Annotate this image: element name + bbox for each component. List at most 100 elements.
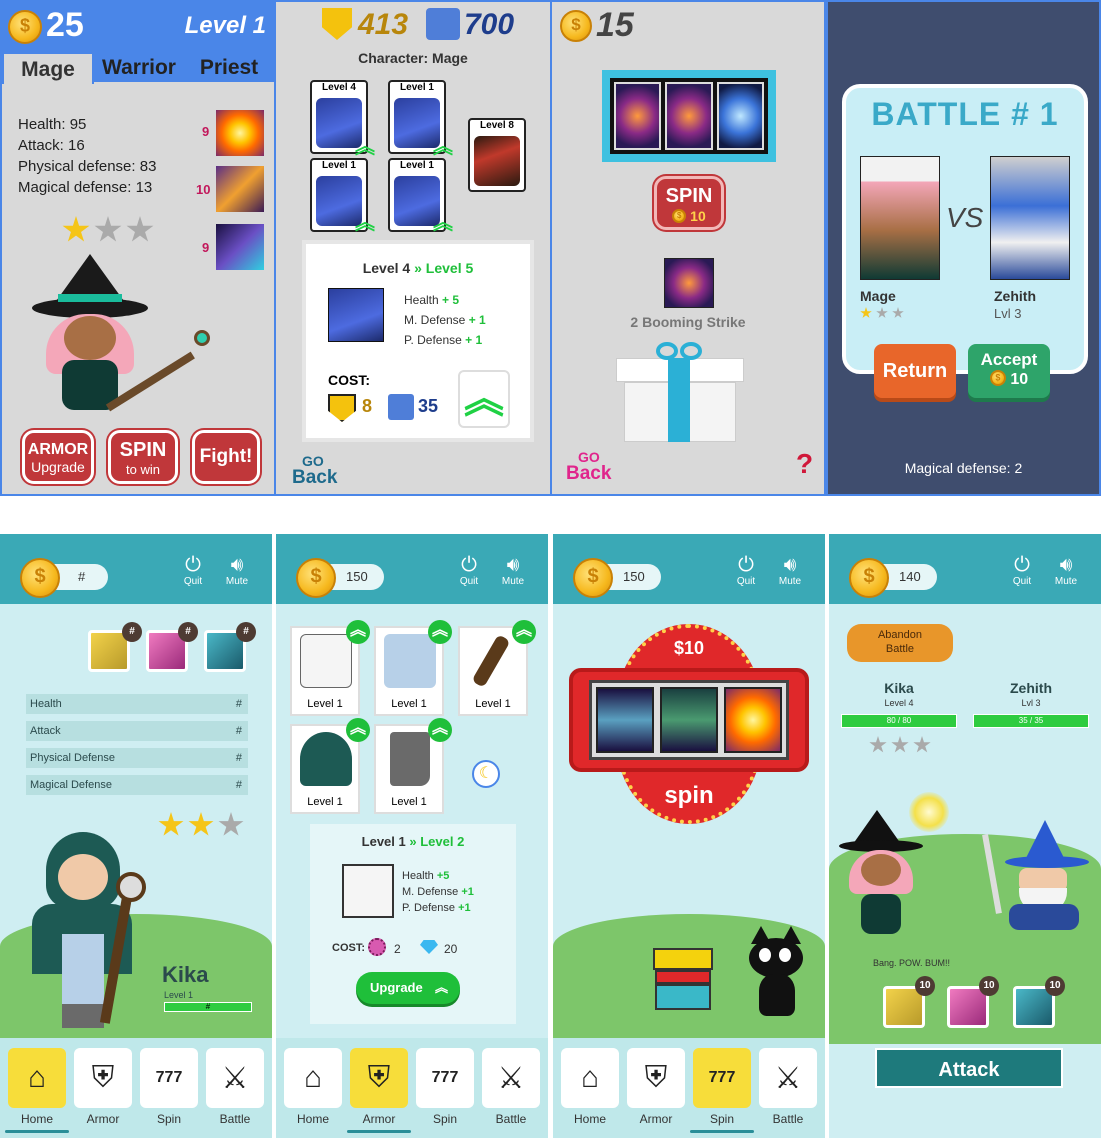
home-icon: ⌂ [27, 1061, 47, 1094]
abandon-battle-button[interactable]: Abandon Battle [847, 624, 953, 662]
stat-health: Health: 95 [18, 116, 87, 133]
star-filled-icon [860, 307, 872, 318]
nav-spin[interactable]: 777 [693, 1048, 751, 1108]
upgrade-confirm-button[interactable]: ︽ [458, 370, 510, 428]
star-rating [62, 216, 158, 249]
spin-cost: 10 [657, 208, 721, 224]
skill-badge: # [122, 622, 142, 642]
cost-gear: 2 [394, 942, 401, 956]
nav-battle[interactable]: ⚔ [482, 1048, 540, 1108]
nav-home[interactable]: ⌂ [561, 1048, 619, 1108]
go-back-button[interactable]: GO Back [292, 454, 337, 487]
quit-label: Quit [459, 576, 479, 587]
speaker-icon: 🔊︎ [1059, 554, 1073, 576]
skill-sun-icon[interactable] [216, 110, 264, 156]
cloak-image [300, 732, 352, 786]
slot-reel-sun-icon [724, 687, 782, 753]
bonus-label: P. Defense [402, 902, 456, 914]
button-label: Upgrade [370, 980, 423, 995]
cost-label: COST: [328, 372, 370, 388]
upgrade-button[interactable]: Upgrade ︽ [356, 972, 460, 1004]
upgrade-panel: Level 4 » Level 5 Health + 5 M. Defense … [302, 240, 534, 442]
active-tab-indicator [5, 1130, 69, 1133]
upgrade-badge-icon: ︽ [512, 620, 536, 644]
mute-button[interactable]: 🔊︎ Mute [496, 554, 530, 587]
go-back-button[interactable]: GO Back [566, 450, 611, 483]
gift-box-image [616, 342, 744, 442]
nav-home[interactable]: ⌂ [284, 1048, 342, 1108]
quit-button[interactable]: ⏻ Quit [452, 554, 486, 587]
upgrade-badge-icon: ︽ [346, 620, 370, 644]
coin-icon [560, 10, 592, 42]
spin-label[interactable]: spin [569, 782, 809, 810]
stat-label: Health [30, 698, 62, 710]
selected-item-image [342, 864, 394, 918]
mute-button[interactable]: 🔊︎ Mute [773, 554, 807, 587]
stat-magical-defense: Magical defense: 13 [18, 179, 153, 196]
button-sublabel: to win [126, 462, 160, 477]
diamond-icon [420, 940, 438, 954]
star-filled-icon [62, 216, 90, 242]
fight-button[interactable]: Fight! [192, 430, 260, 484]
coin-icon [573, 558, 613, 598]
footer-status: Magical defense: 2 [904, 460, 1023, 476]
button-label: Fight! [199, 446, 253, 467]
quit-button[interactable]: ⏻ Quit [1005, 554, 1039, 587]
coin-icon [8, 10, 42, 44]
enemy-hp-text: 35 / 35 [1018, 716, 1044, 725]
nav-battle[interactable]: ⚔ [759, 1048, 817, 1108]
enemy-level: Lvl 3 [994, 306, 1022, 321]
spin-button[interactable]: SPIN 10 [654, 176, 724, 230]
upgrade-panel: Level 1 » Level 2 Health +5 M. Defense +… [310, 824, 516, 1024]
nav-home[interactable]: ⌂ [8, 1048, 66, 1108]
skill-wave-icon[interactable] [216, 224, 264, 270]
button-label: Return [882, 360, 948, 382]
nav-armor[interactable]: ⛨ [350, 1048, 408, 1108]
help-button[interactable]: ? [796, 448, 813, 480]
tab-priest[interactable]: Priest [184, 52, 274, 82]
card-level: Level 1 [322, 160, 356, 171]
coin-count: 150 [346, 569, 368, 584]
quit-button[interactable]: ⏻ Quit [176, 554, 210, 587]
mage-character-image [24, 254, 220, 420]
quit-label: Quit [1012, 576, 1032, 587]
xp-bar: # [164, 1002, 252, 1012]
moon-bubble-icon[interactable]: ☾ [472, 760, 500, 788]
bonus-value: + 5 [442, 293, 460, 307]
nav-spin[interactable]: 777 [416, 1048, 474, 1108]
power-icon: ⏻ [185, 554, 201, 576]
nav-battle[interactable]: ⚔ [206, 1048, 264, 1108]
accept-button[interactable]: Accept 10 [968, 344, 1050, 398]
staff-image [471, 634, 511, 688]
mute-button[interactable]: 🔊︎ Mute [1049, 554, 1083, 587]
spin-to-win-button[interactable]: SPIN to win [108, 430, 178, 484]
skill-lightning-icon[interactable] [216, 166, 264, 212]
attack-button[interactable]: Attack [875, 1048, 1063, 1088]
armor-icon: ⛨ [91, 1061, 115, 1094]
slot-reel-heart-icon [660, 687, 718, 753]
stat-attack: Attack # [26, 721, 248, 741]
armor-upgrade-button[interactable]: ARMOR Upgrade [22, 430, 94, 484]
quit-button[interactable]: ⏻ Quit [729, 554, 763, 587]
return-button[interactable]: Return [874, 344, 956, 398]
tab-label: Warrior [102, 56, 176, 79]
armor-card-staff[interactable]: Level 8 [468, 118, 526, 192]
tab-warrior[interactable]: Warrior [94, 52, 184, 82]
bonus-value: +5 [436, 870, 450, 882]
mute-button[interactable]: 🔊︎ Mute [220, 554, 254, 587]
crossed-swords-icon: ⚔ [774, 1061, 802, 1095]
tab-label: Mage [21, 58, 75, 81]
nav-spin[interactable]: 777 [140, 1048, 198, 1108]
crossed-swords-icon: ⚔ [497, 1061, 525, 1095]
button-sublabel: Upgrade [31, 459, 85, 475]
selected-armor-image [328, 288, 384, 342]
upgrade-levels: Level 4 » Level 5 [306, 260, 530, 276]
coin-count: # [78, 569, 86, 584]
stat-attack: Attack: 16 [18, 137, 85, 154]
nav-armor[interactable]: ⛨ [627, 1048, 685, 1108]
nav-armor[interactable]: ⛨ [74, 1048, 132, 1108]
card-level: Level 8 [480, 120, 514, 131]
bonus-label: P. Defense [404, 333, 462, 347]
shirt-shield-icon [328, 394, 356, 422]
tab-mage[interactable]: Mage [2, 52, 94, 84]
